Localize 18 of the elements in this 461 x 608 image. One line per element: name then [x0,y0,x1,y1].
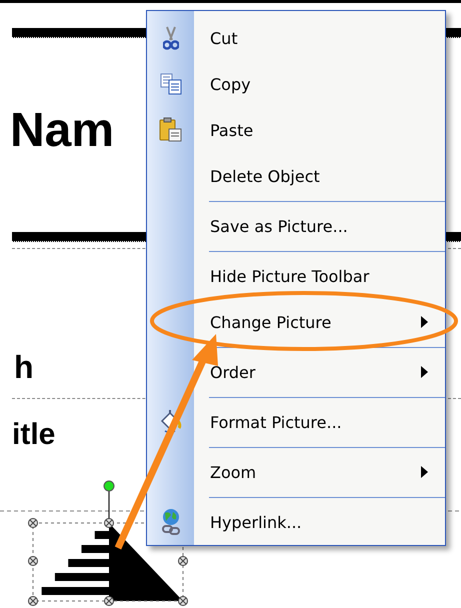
menu-item[interactable]: Paste [147,107,445,153]
menu-item[interactable]: Order [147,349,445,395]
clipboard-icon [158,117,182,143]
slide-text: h [14,349,34,385]
menu-item[interactable]: Hyperlink... [147,499,445,545]
menu-item[interactable]: Save as Picture... [147,203,445,249]
menu-item[interactable]: Change Picture [147,299,445,345]
menu-item[interactable]: Format Picture... [147,399,445,445]
paint-bucket-icon [158,409,182,435]
slide-subtitle: itle [12,417,56,453]
menu-item[interactable]: Copy [147,61,445,107]
menu-item[interactable]: Cut [147,15,445,61]
slide-heading: Nam [10,106,114,156]
copy-icon [160,73,182,95]
scissors-icon [162,26,178,50]
menu-item[interactable]: Zoom [147,449,445,495]
menu-item[interactable]: Delete Object [147,153,445,199]
menu-item[interactable]: Hide Picture Toolbar [147,253,445,299]
